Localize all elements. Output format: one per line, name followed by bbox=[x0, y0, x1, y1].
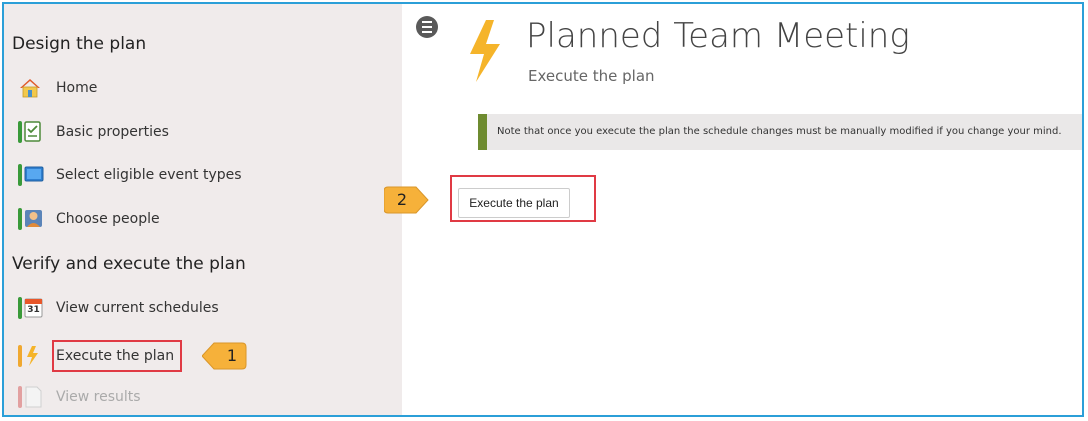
sidebar-item-view-schedules[interactable]: 31 View current schedules bbox=[18, 295, 219, 321]
execute-plan-button[interactable]: Execute the plan bbox=[458, 188, 570, 218]
lightning-icon bbox=[464, 18, 506, 88]
sidebar-item-label: Basic properties bbox=[56, 124, 169, 140]
callout-badge-2: 2 bbox=[384, 185, 430, 215]
sidebar-item-label: View results bbox=[56, 389, 141, 405]
section-title-design: Design the plan bbox=[12, 34, 147, 54]
highlight-box-execute-nav bbox=[52, 340, 182, 372]
person-icon bbox=[18, 207, 46, 231]
sidebar: Design the plan Home Basic properties Se… bbox=[4, 4, 402, 415]
calendar-icon: 31 bbox=[18, 296, 46, 320]
document-icon bbox=[18, 385, 46, 409]
sidebar-item-view-results[interactable]: View results bbox=[18, 384, 141, 410]
sidebar-item-event-types[interactable]: Select eligible event types bbox=[18, 162, 242, 188]
sidebar-item-label: Home bbox=[56, 80, 98, 96]
main-content: Planned Team Meeting Execute the plan No… bbox=[384, 4, 1082, 415]
sidebar-item-label: View current schedules bbox=[56, 300, 219, 316]
sidebar-item-label: Choose people bbox=[56, 211, 160, 227]
calendar-day: 31 bbox=[27, 305, 40, 315]
sidebar-item-label: Select eligible event types bbox=[56, 167, 242, 183]
sidebar-item-home[interactable]: Home bbox=[18, 75, 97, 101]
checklist-icon bbox=[18, 120, 46, 144]
window-frame: Design the plan Home Basic properties Se… bbox=[2, 2, 1084, 417]
warning-note: Note that once you execute the plan the … bbox=[478, 114, 1082, 150]
home-icon bbox=[18, 76, 46, 100]
sidebar-item-choose-people[interactable]: Choose people bbox=[18, 206, 160, 232]
menu-icon[interactable] bbox=[416, 16, 438, 38]
lightning-icon bbox=[18, 344, 46, 368]
section-title-verify: Verify and execute the plan bbox=[12, 254, 246, 274]
monitor-icon bbox=[18, 163, 46, 187]
page-subtitle: Execute the plan bbox=[528, 67, 655, 85]
page-title: Planned Team Meeting bbox=[526, 16, 910, 56]
callout-badge-1: 1 bbox=[202, 341, 248, 371]
sidebar-item-basic-properties[interactable]: Basic properties bbox=[18, 119, 169, 145]
